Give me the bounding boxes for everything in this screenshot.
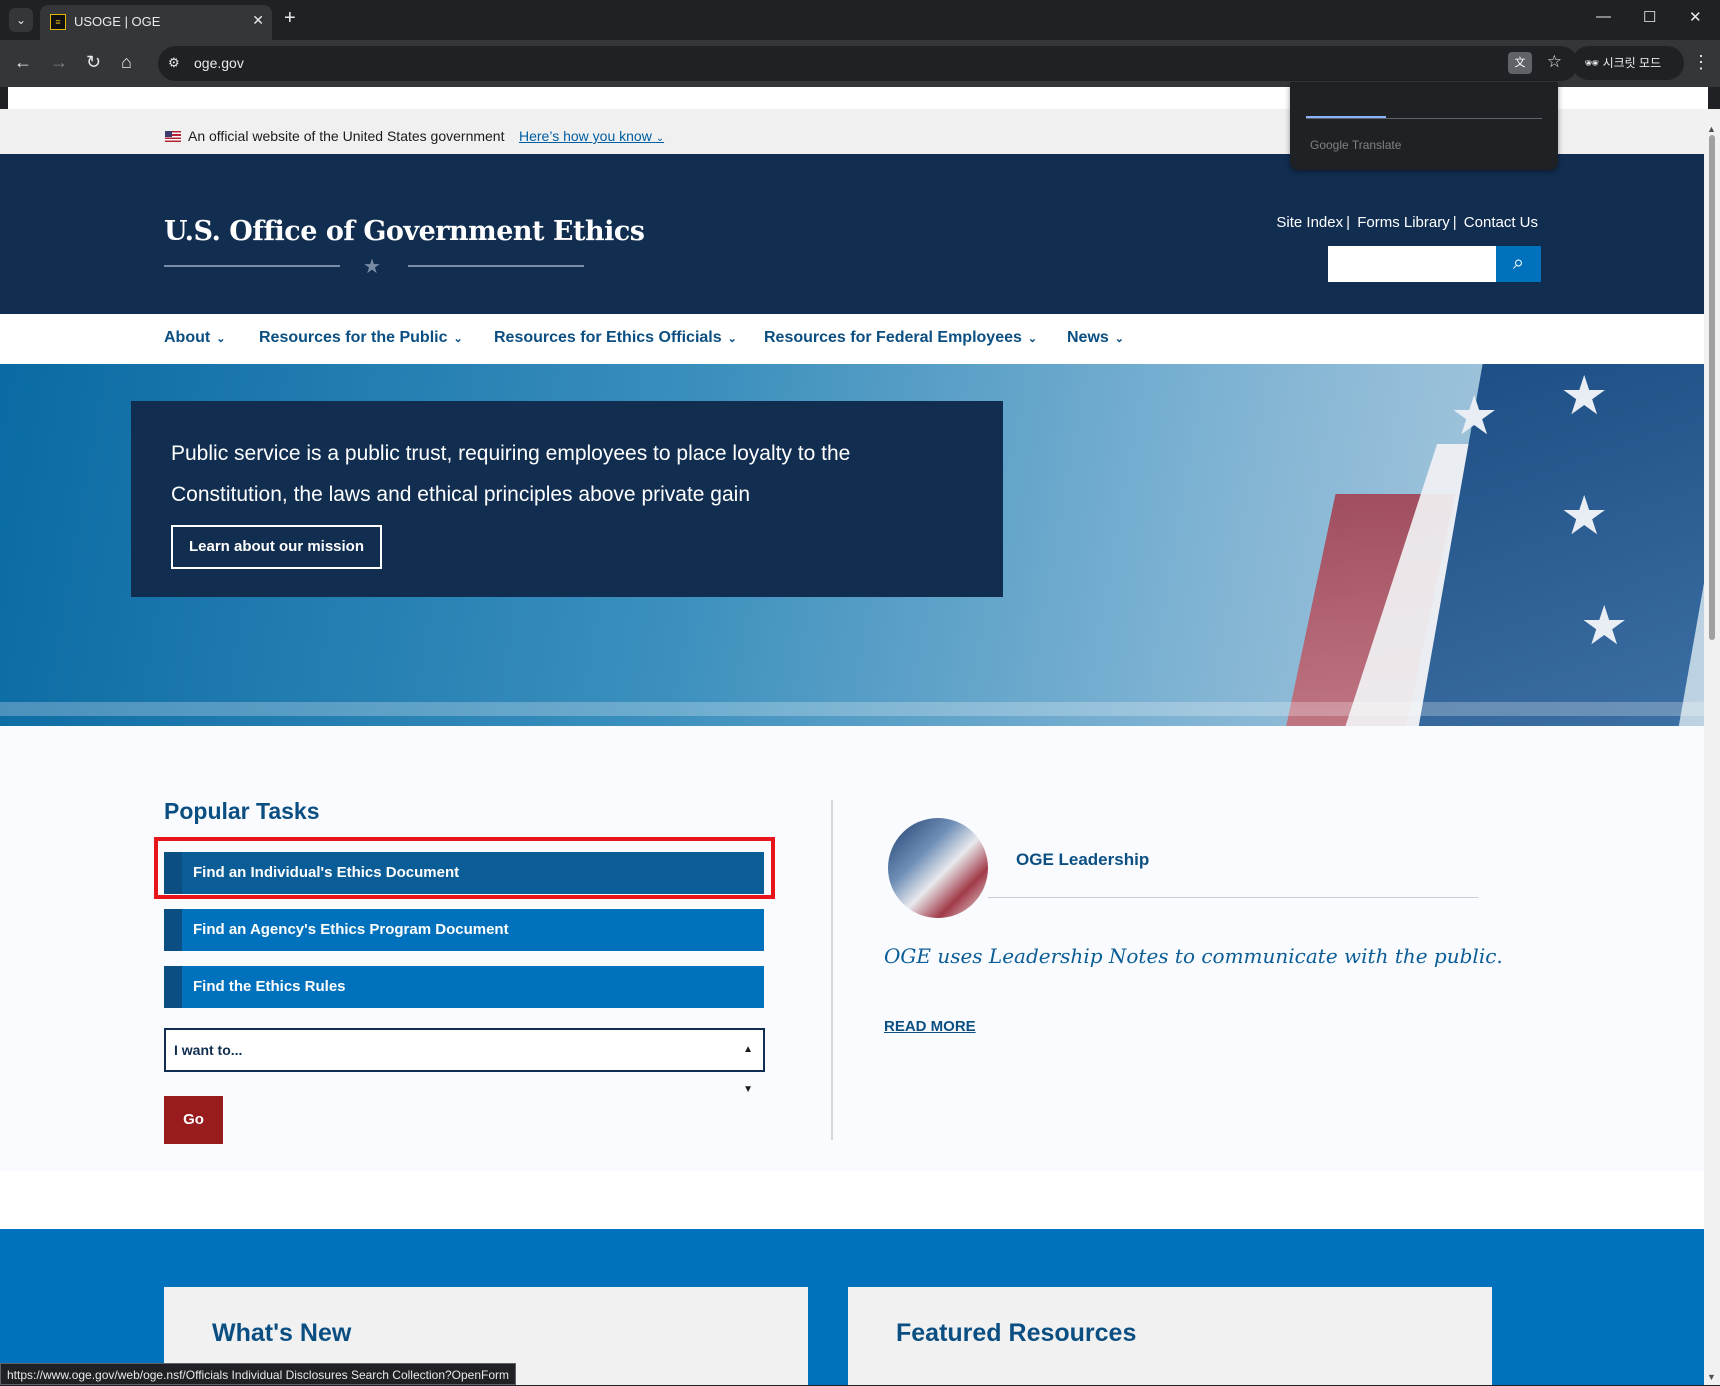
nav-item-federal-employees[interactable]: Resources for Federal Employees ⌄ bbox=[764, 329, 1037, 347]
close-tab-icon[interactable]: ✕ bbox=[252, 12, 264, 29]
learn-mission-button[interactable]: Learn about our mission bbox=[171, 525, 382, 569]
site-favicon-icon: ≡ bbox=[50, 14, 66, 30]
translate-popup: Google Translate bbox=[1290, 82, 1558, 170]
highlight-box bbox=[154, 837, 775, 899]
translate-separator bbox=[1306, 118, 1542, 119]
nav-item-public[interactable]: Resources for the Public ⌄ bbox=[259, 329, 463, 347]
bookmark-star-icon[interactable]: ☆ bbox=[1547, 52, 1562, 72]
forward-icon[interactable]: → bbox=[50, 52, 68, 73]
incognito-label: 시크릿 모드 bbox=[1602, 56, 1662, 70]
nav-item-ethics-officials[interactable]: Resources for Ethics Officials ⌄ bbox=[494, 329, 737, 347]
nav-label: News bbox=[1067, 329, 1109, 346]
hero-quote: Public service is a public trust, requir… bbox=[171, 442, 851, 506]
nav-label: Resources for the Public bbox=[259, 329, 448, 346]
contact-us-link[interactable]: Contact Us bbox=[1464, 214, 1538, 231]
utility-links: Site Index | Forms Library | Contact Us bbox=[1276, 214, 1538, 231]
tab-title: USOGE | OGE bbox=[74, 14, 161, 29]
scroll-up-icon[interactable]: ▲ bbox=[1707, 124, 1716, 134]
how-you-know-link[interactable]: Here’s how you know ⌄ bbox=[519, 128, 664, 144]
site-search-input[interactable] bbox=[1328, 246, 1496, 282]
site-info-icon[interactable]: ⚙ bbox=[168, 55, 180, 71]
scroll-down-icon[interactable]: ▼ bbox=[1707, 1372, 1716, 1382]
us-flag-icon bbox=[165, 131, 181, 142]
title-rule-right bbox=[408, 265, 584, 267]
close-window-icon[interactable]: ✕ bbox=[1689, 8, 1702, 26]
incognito-profile-button[interactable]: 🕶 시크릿 모드 bbox=[1572, 46, 1684, 80]
site-title[interactable]: U.S. Office of Government Ethics bbox=[164, 216, 645, 247]
nav-item-about[interactable]: About ⌄ bbox=[164, 329, 225, 347]
title-rule-left bbox=[164, 265, 340, 267]
gov-banner-text: An official website of the United States… bbox=[188, 128, 505, 144]
main-navigation: About ⌄ Resources for the Public ⌄ Resourc… bbox=[0, 314, 1704, 364]
chevron-down-icon: ⌄ bbox=[655, 133, 665, 144]
select-value: I want to... bbox=[174, 1042, 243, 1058]
chevron-down-icon: ⌄ bbox=[727, 333, 737, 345]
find-agency-document-button[interactable]: Find an Agency's Ethics Program Document bbox=[164, 909, 764, 951]
site-header: U.S. Office of Government Ethics ★ Site … bbox=[0, 154, 1704, 314]
page-viewport: An official website of the United States… bbox=[0, 109, 1704, 1385]
column-divider bbox=[831, 800, 833, 1140]
new-tab-icon[interactable]: + bbox=[284, 7, 296, 30]
search-button[interactable]: ⌕ bbox=[1496, 246, 1541, 282]
nav-label: Resources for Federal Employees bbox=[764, 329, 1022, 346]
leadership-rule bbox=[988, 897, 1478, 898]
chevron-down-icon: ⌄ bbox=[1114, 333, 1125, 345]
browser-tab-strip: ⌄ ≡ USOGE | OGE ✕ + — ☐ ✕ bbox=[0, 0, 1720, 40]
tab-search-icon[interactable]: ⌄ bbox=[9, 8, 33, 32]
hero-star-icon: ★ bbox=[1560, 486, 1609, 546]
hero-star-icon: ★ bbox=[1560, 366, 1609, 426]
address-bar[interactable]: ⚙ oge.gov 文 ☆ bbox=[158, 46, 1578, 81]
translate-brand: Google Translate bbox=[1310, 138, 1402, 152]
incognito-icon: 🕶 bbox=[1584, 56, 1603, 70]
featured-resources-title: Featured Resources bbox=[896, 1319, 1137, 1347]
browser-toolbar: ← → ↻ ⌂ ⚙ oge.gov 文 ☆ 🕶 시크릿 모드 ⋮ bbox=[0, 40, 1720, 87]
nav-item-news[interactable]: News ⌄ bbox=[1067, 329, 1124, 347]
maximize-icon[interactable]: ☐ bbox=[1643, 8, 1656, 26]
search-icon: ⌕ bbox=[1512, 252, 1525, 274]
browser-menu-icon[interactable]: ⋮ bbox=[1692, 52, 1710, 73]
chevron-down-icon: ⌄ bbox=[216, 333, 226, 345]
hero-bottom-stripe bbox=[0, 702, 1704, 716]
translate-icon[interactable]: 文 bbox=[1508, 52, 1532, 74]
minimize-icon[interactable]: — bbox=[1596, 8, 1611, 25]
hero-star-icon: ★ bbox=[1580, 596, 1629, 656]
go-button[interactable]: Go bbox=[164, 1096, 223, 1144]
reload-icon[interactable]: ↻ bbox=[86, 52, 101, 73]
site-index-link[interactable]: Site Index bbox=[1276, 214, 1343, 231]
select-arrows-icon: ▲ ▼ bbox=[743, 1044, 753, 1095]
address-url[interactable]: oge.gov bbox=[194, 55, 244, 71]
leadership-flag-image bbox=[888, 818, 988, 918]
i-want-to-select[interactable]: I want to... ▲ ▼ bbox=[164, 1028, 765, 1095]
leadership-title[interactable]: OGE Leadership bbox=[1016, 850, 1149, 870]
hero-banner: ★ ★ ★ ★ Public service is a public trust… bbox=[0, 364, 1704, 726]
leadership-text: OGE uses Leadership Notes to communicate… bbox=[884, 944, 1503, 968]
chevron-down-icon: ⌄ bbox=[1027, 333, 1038, 345]
chevron-down-icon: ⌄ bbox=[453, 333, 463, 345]
hero-star-icon: ★ bbox=[1450, 386, 1499, 446]
featured-resources-panel: Featured Resources bbox=[848, 1287, 1492, 1385]
nav-label: About bbox=[164, 329, 211, 346]
nav-label: Resources for Ethics Officials bbox=[494, 329, 722, 346]
find-ethics-rules-button[interactable]: Find the Ethics Rules bbox=[164, 966, 764, 1008]
browser-tab[interactable]: ≡ USOGE | OGE ✕ bbox=[40, 5, 272, 40]
read-more-link[interactable]: READ MORE bbox=[884, 1018, 976, 1035]
popular-tasks-title: Popular Tasks bbox=[164, 798, 320, 824]
forms-library-link[interactable]: Forms Library bbox=[1357, 214, 1450, 231]
whats-new-title: What's New bbox=[212, 1319, 352, 1347]
hero-card: Public service is a public trust, requir… bbox=[131, 401, 1003, 597]
status-url: https://www.oge.gov/web/oge.nsf/Official… bbox=[0, 1363, 517, 1385]
home-icon[interactable]: ⌂ bbox=[121, 52, 132, 73]
scrollbar-thumb[interactable] bbox=[1709, 135, 1715, 640]
star-icon: ★ bbox=[363, 256, 381, 278]
how-you-know-label: Here’s how you know bbox=[519, 128, 652, 144]
back-icon[interactable]: ← bbox=[14, 52, 32, 73]
